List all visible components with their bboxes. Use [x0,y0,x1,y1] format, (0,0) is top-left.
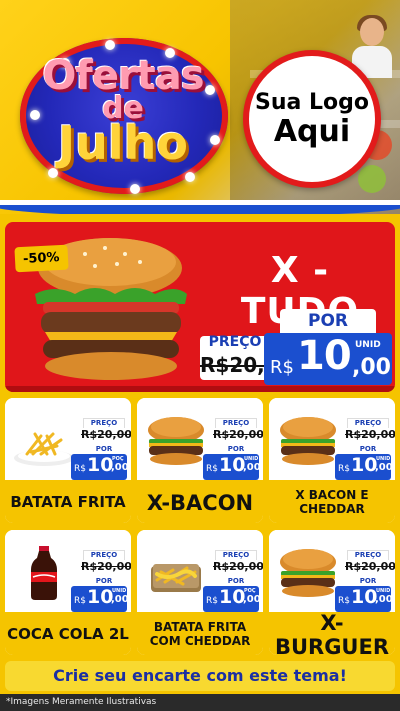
product-name: X-BACON [146,490,254,515]
burger-icon [143,414,209,468]
logo-line1: Sua Logo [254,89,369,115]
featured-preco-label: PREÇO [208,334,262,350]
currency: R$ [74,596,86,606]
old-price: R$20,00 [81,560,131,574]
currency: R$ [206,464,218,474]
product-name: X-BURGUER [274,610,390,655]
old-price: R$20,00 [81,428,131,442]
product-name: COCA COLA 2L [7,625,129,644]
featured-unit: UNID [355,340,381,350]
burger-icon [275,546,341,600]
price: 10 [219,586,246,608]
old-price: R$20,00 [345,560,395,574]
product-card: PREÇO R$20,00 POR R$ 10 UNID ,00 COCA COLA 2L [5,530,131,655]
price-cents: ,00 [111,462,129,473]
price-cents: ,00 [243,462,261,473]
featured-currency: R$ [270,357,294,378]
bulb-icon [48,168,58,178]
currency: R$ [338,596,350,606]
bulb-icon [105,40,115,50]
discount-badge: -50% [14,244,69,273]
price: 10 [351,454,378,476]
disclaimer-text: *Imagens Meramente Ilustrativas [0,694,400,711]
promo-title-line1: Ofertas [42,53,204,99]
featured-price: 10 [297,333,352,379]
bulb-icon [185,172,195,182]
product-name: BATATA FRITA [10,493,126,512]
promo-title: Ofertas de Julho [28,56,218,166]
featured-price-cents: ,00 [352,355,391,380]
fries-icon [11,414,77,468]
featured-por-label: POR [280,309,376,333]
price-cents: ,00 [375,462,393,473]
currency: R$ [206,596,218,606]
price-cents: ,00 [375,594,393,605]
price: 10 [87,454,114,476]
header-wave-accent [0,205,400,214]
product-card: PREÇO R$20,00 POR R$ 10 UNID ,00 X-BURGUER [269,530,395,655]
product-name: BATATA FRITA COM CHEDDAR [149,620,251,648]
bulb-icon [130,184,140,194]
soda-bottle-icon [11,546,77,600]
product-card: PREÇO R$20,00 POR R$ 10 UNID ,00 X BACON E CHED… [269,398,395,523]
old-price: R$20,00 [213,560,263,574]
price: 10 [219,454,246,476]
price: 10 [87,586,114,608]
cta-banner[interactable]: Crie seu encarte com este tema! [5,661,395,691]
logo-line2: Aqui [273,114,351,150]
currency: R$ [74,464,86,474]
price: 10 [351,586,378,608]
promo-title-line3: Julho [58,116,188,170]
product-card: PREÇO R$20,00 POR R$ 10 POÇ ,00 BATATA FRITA CO… [137,530,263,655]
product-name: X BACON E CHEDDAR [295,488,369,516]
price-cents: ,00 [243,594,261,605]
burger-icon [275,414,341,468]
old-price: R$20,00 [345,428,395,442]
fries-cheddar-icon [143,546,209,600]
logo-placeholder: Sua Logo Aqui [243,50,381,188]
old-price: R$20,00 [213,428,263,442]
currency: R$ [338,464,350,474]
produce-icon [358,165,386,193]
price-cents: ,00 [111,594,129,605]
product-card: PREÇO R$20,00 POR R$ 10 UNID ,00 X-BACON [137,398,263,523]
featured-old-price: R$20,00 [200,353,293,377]
product-card: PREÇO R$20,00 POR R$ 10 POÇ ,00 BATATA FRITA [5,398,131,523]
header-banner: Ofertas de Julho Sua Logo Aqui [0,0,400,214]
